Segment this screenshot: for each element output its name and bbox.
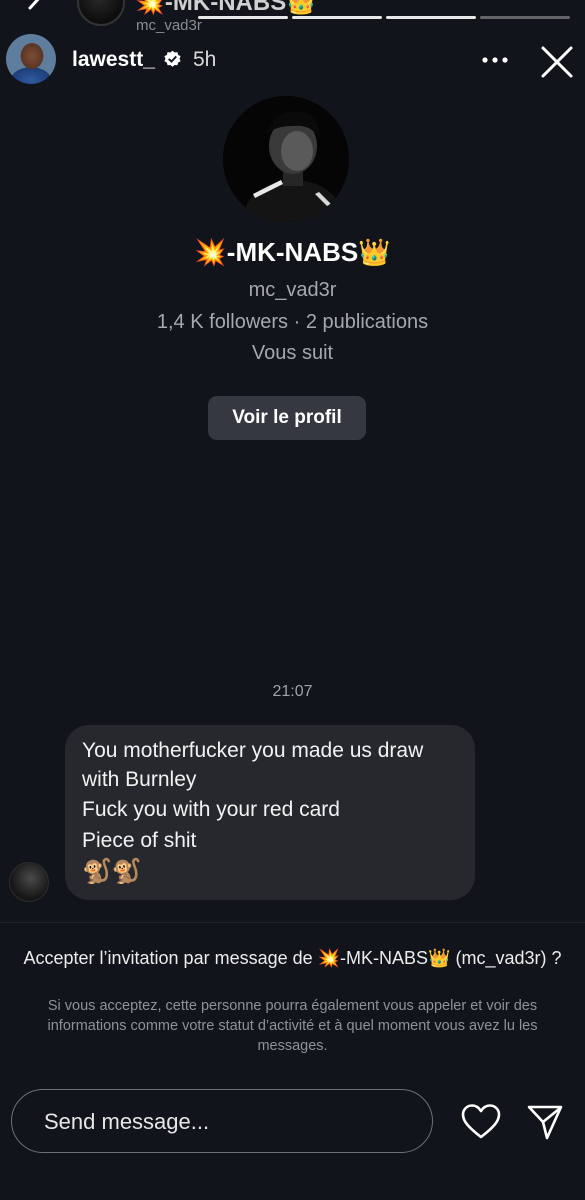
story-author-username[interactable]: lawestt_ (72, 48, 155, 72)
previous-story-strip: 💥-MK-NABS👑 mc_vad3r (0, 0, 585, 34)
heart-icon[interactable] (460, 1102, 502, 1142)
story-author-avatar[interactable] (6, 34, 56, 84)
message-line: with Burnley (82, 768, 197, 791)
message-line: You motherfucker you made us draw (82, 739, 424, 762)
profile-picture[interactable] (223, 96, 349, 222)
message-line: Piece of shit (82, 829, 197, 852)
send-icon[interactable] (525, 1102, 565, 1142)
message-composer[interactable] (11, 1089, 433, 1153)
previous-story-name: 💥-MK-NABS👑 (135, 0, 317, 16)
divider (0, 922, 585, 923)
invitation-title: Accepter l’invitation par message de 💥-M… (23, 948, 562, 968)
close-icon[interactable] (538, 43, 576, 81)
message-emoji-line: 🐒🐒 (82, 858, 142, 885)
view-profile-button[interactable]: Voir le profil (208, 396, 366, 440)
message-input[interactable] (42, 1090, 416, 1153)
previous-story-avatar (77, 0, 125, 26)
profile-display-name: 💥-MK-NABS👑 (194, 237, 391, 267)
verified-badge-icon (164, 50, 181, 67)
story-progress-bar (198, 16, 570, 19)
follow-status: Vous suit (251, 342, 334, 364)
more-options-icon[interactable] (478, 48, 514, 72)
profile-handle: mc_vad3r (248, 279, 337, 301)
sender-avatar[interactable] (9, 862, 49, 902)
invitation-description: Si vous acceptez, cette personne pourra … (47, 998, 538, 1054)
profile-stats: 1,4 K followers · 2 publications (156, 311, 429, 333)
previous-story-handle: mc_vad3r (136, 17, 202, 34)
back-chevron-icon[interactable] (26, 0, 46, 22)
story-time-ago: 5h (193, 48, 217, 71)
message-line: Fuck you with your red card (82, 798, 340, 821)
message-timestamp: 21:07 (272, 683, 313, 700)
